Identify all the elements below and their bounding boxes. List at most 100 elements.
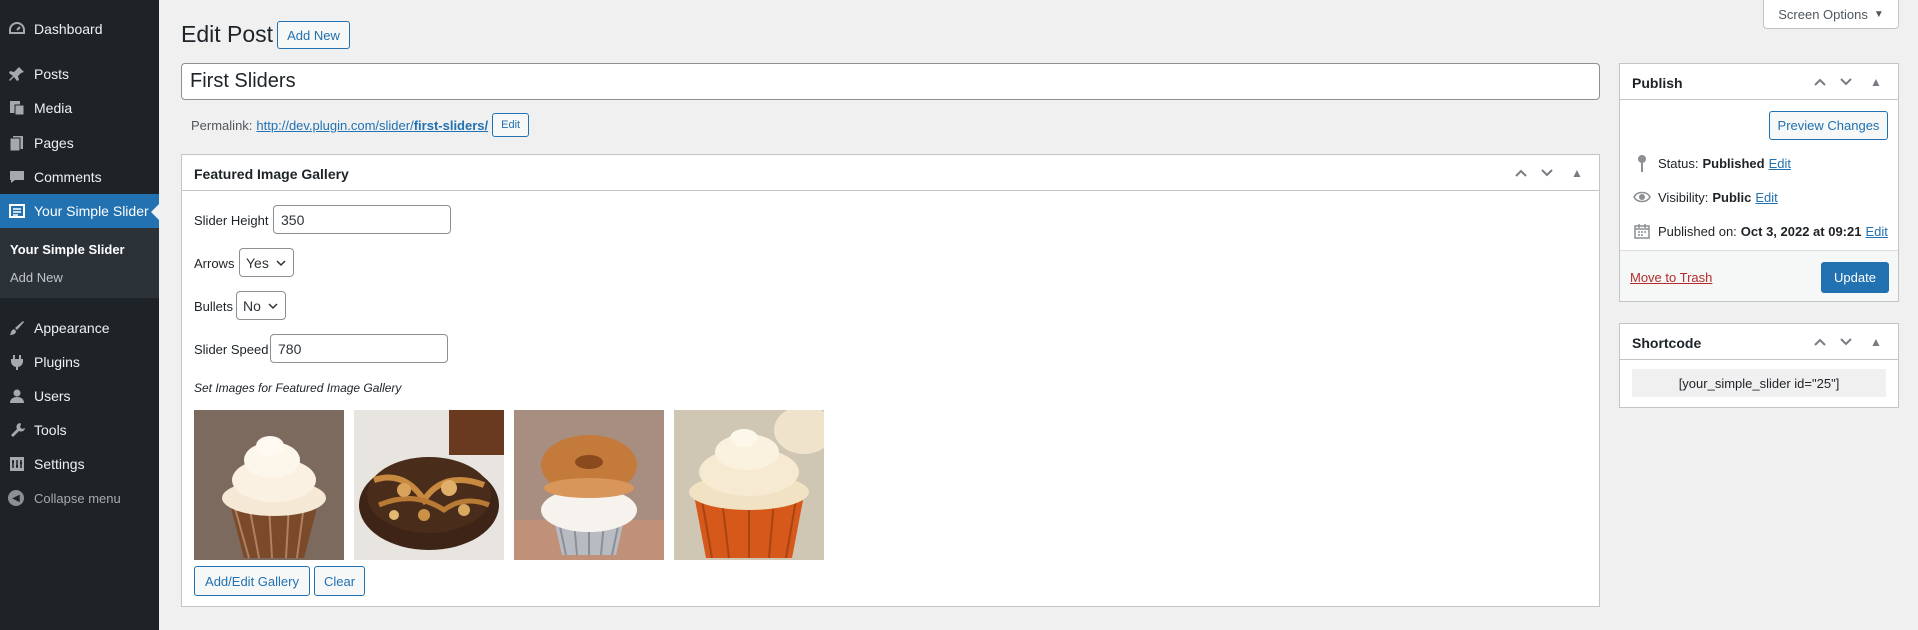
toggle-panel-icon[interactable]: ▲ bbox=[1866, 332, 1886, 352]
calendar-icon bbox=[1632, 222, 1652, 240]
sidebar-item-plugins[interactable]: Plugins bbox=[0, 345, 159, 379]
published-edit-link[interactable]: Edit bbox=[1865, 224, 1887, 239]
move-up-icon[interactable] bbox=[1810, 72, 1830, 92]
screen-options-button[interactable]: Screen Options ▼ bbox=[1763, 0, 1899, 29]
slider-speed-label: Slider Speed bbox=[194, 342, 269, 357]
visibility-edit-link[interactable]: Edit bbox=[1755, 190, 1777, 205]
postbox-title: Featured Image Gallery bbox=[194, 166, 349, 182]
status-label: Status: bbox=[1658, 155, 1699, 171]
eye-icon bbox=[1632, 188, 1652, 206]
postbox-title: Shortcode bbox=[1632, 335, 1702, 351]
sidebar-item-label: Dashboard bbox=[34, 21, 103, 37]
sidebar-item-tools[interactable]: Tools bbox=[0, 413, 159, 447]
sidebar-item-label: Tools bbox=[34, 422, 67, 438]
postbox-header: Publish ▲ bbox=[1620, 64, 1898, 100]
sidebar-item-users[interactable]: Users bbox=[0, 379, 159, 413]
sidebar-item-posts[interactable]: Posts bbox=[0, 57, 159, 91]
visibility-value: Public bbox=[1712, 189, 1752, 205]
sidebar-item-your-simple-slider[interactable]: Your Simple Slider bbox=[0, 194, 159, 228]
page-title: Edit Post bbox=[181, 21, 274, 47]
sidebar-item-label: Media bbox=[34, 100, 73, 116]
move-up-icon[interactable] bbox=[1511, 163, 1531, 183]
add-new-button[interactable]: Add New bbox=[277, 21, 350, 49]
dashboard-icon bbox=[8, 20, 26, 38]
published-value: Oct 3, 2022 at 09:21 bbox=[1740, 223, 1862, 239]
gallery-image[interactable] bbox=[354, 410, 504, 560]
shortcode-value[interactable]: [your_simple_slider id="25"] bbox=[1632, 369, 1886, 397]
move-to-trash-link[interactable]: Move to Trash bbox=[1630, 270, 1712, 285]
permalink-base: http://dev.plugin.com/slider/ bbox=[256, 117, 414, 133]
permalink-row: Permalink: http://dev.plugin.com/slider/… bbox=[191, 113, 530, 137]
pages-icon bbox=[8, 134, 26, 152]
users-icon bbox=[8, 387, 26, 405]
gallery-image[interactable] bbox=[194, 410, 344, 560]
sidebar-item-media[interactable]: Media bbox=[0, 91, 159, 125]
publish-box: Publish ▲ Preview Changes Status: Publis… bbox=[1619, 63, 1899, 302]
shortcode-box: Shortcode ▲ [your_simple_slider id="25"] bbox=[1619, 323, 1899, 408]
sidebar-item-comments[interactable]: Comments bbox=[0, 160, 159, 194]
arrows-label: Arrows bbox=[194, 256, 235, 271]
gallery-image[interactable] bbox=[674, 410, 824, 560]
sidebar-item-dashboard[interactable]: Dashboard bbox=[0, 12, 159, 46]
sidebar-item-label: Settings bbox=[34, 456, 85, 472]
slider-height-input[interactable]: 350 bbox=[273, 205, 451, 234]
sidebar-item-label: Your Simple Slider bbox=[34, 203, 149, 219]
comments-icon bbox=[8, 168, 26, 186]
slider-height-label: Slider Height bbox=[194, 213, 269, 228]
postbox-header: Shortcode ▲ bbox=[1620, 324, 1898, 360]
postbox-header: Featured Image Gallery ▲ bbox=[182, 155, 1599, 191]
update-button[interactable]: Update bbox=[1821, 262, 1889, 293]
status-edit-link[interactable]: Edit bbox=[1769, 156, 1791, 171]
move-down-icon[interactable] bbox=[1537, 163, 1557, 183]
arrows-select[interactable]: Yes bbox=[239, 248, 294, 277]
submenu-item-your-simple-slider[interactable]: Your Simple Slider bbox=[10, 242, 125, 257]
chevron-down-icon bbox=[268, 302, 278, 309]
admin-sidebar: Dashboard Posts Media Pages Comments You… bbox=[0, 0, 159, 630]
preview-changes-button[interactable]: Preview Changes bbox=[1769, 111, 1888, 140]
plugins-icon bbox=[8, 353, 26, 371]
move-down-icon[interactable] bbox=[1836, 72, 1856, 92]
move-up-icon[interactable] bbox=[1810, 332, 1830, 352]
add-edit-gallery-button[interactable]: Add/Edit Gallery bbox=[194, 566, 310, 596]
permalink-link[interactable]: http://dev.plugin.com/slider/first-slide… bbox=[256, 118, 488, 133]
brush-icon bbox=[8, 319, 26, 337]
pin-icon bbox=[1632, 154, 1652, 172]
slider-speed-input[interactable]: 780 bbox=[270, 334, 448, 363]
submenu-item-add-new[interactable]: Add New bbox=[10, 270, 63, 285]
visibility-label: Visibility: bbox=[1658, 189, 1709, 205]
sidebar-item-label: Users bbox=[34, 388, 71, 404]
postbox-title: Publish bbox=[1632, 75, 1683, 91]
move-down-icon[interactable] bbox=[1836, 332, 1856, 352]
sidebar-item-label: Plugins bbox=[34, 354, 80, 370]
toggle-panel-icon[interactable]: ▲ bbox=[1866, 72, 1886, 92]
collapse-menu-label: Collapse menu bbox=[34, 490, 121, 506]
sidebar-item-appearance[interactable]: Appearance bbox=[0, 311, 159, 345]
chevron-down-icon bbox=[276, 259, 286, 266]
clear-gallery-button[interactable]: Clear bbox=[314, 566, 365, 596]
permalink-edit-button[interactable]: Edit bbox=[492, 113, 530, 137]
sidebar-item-label: Appearance bbox=[34, 320, 110, 336]
publish-actions: Move to Trash Update bbox=[1620, 250, 1898, 301]
bullets-select[interactable]: No bbox=[236, 291, 286, 320]
status-row: Status: Published Edit bbox=[1632, 154, 1791, 172]
visibility-row: Visibility: Public Edit bbox=[1632, 188, 1778, 206]
status-value: Published bbox=[1702, 155, 1765, 171]
published-label: Published on: bbox=[1658, 223, 1737, 239]
bullets-label: Bullets bbox=[194, 299, 234, 314]
gallery-image[interactable] bbox=[514, 410, 664, 560]
published-on-row: Published on: Oct 3, 2022 at 09:21 Edit bbox=[1632, 222, 1888, 240]
featured-image-gallery-box: Featured Image Gallery ▲ Slider Height 3… bbox=[181, 154, 1600, 607]
sidebar-item-label: Comments bbox=[34, 169, 102, 185]
sidebar-item-settings[interactable]: Settings bbox=[0, 447, 159, 481]
sidebar-item-label: Pages bbox=[34, 135, 74, 151]
media-icon bbox=[8, 99, 26, 117]
permalink-slug: first-sliders/ bbox=[413, 117, 489, 133]
sidebar-item-pages[interactable]: Pages bbox=[0, 126, 159, 160]
sidebar-submenu: Your Simple Slider Add New bbox=[0, 228, 159, 298]
post-title-input[interactable]: First Sliders bbox=[181, 63, 1600, 100]
bullets-select-value: No bbox=[243, 297, 261, 314]
collapse-menu-button[interactable]: ◀ Collapse menu bbox=[0, 481, 159, 515]
caret-down-icon: ▼ bbox=[1873, 8, 1884, 20]
sidebar-item-label: Posts bbox=[34, 66, 70, 82]
toggle-panel-icon[interactable]: ▲ bbox=[1567, 163, 1587, 183]
